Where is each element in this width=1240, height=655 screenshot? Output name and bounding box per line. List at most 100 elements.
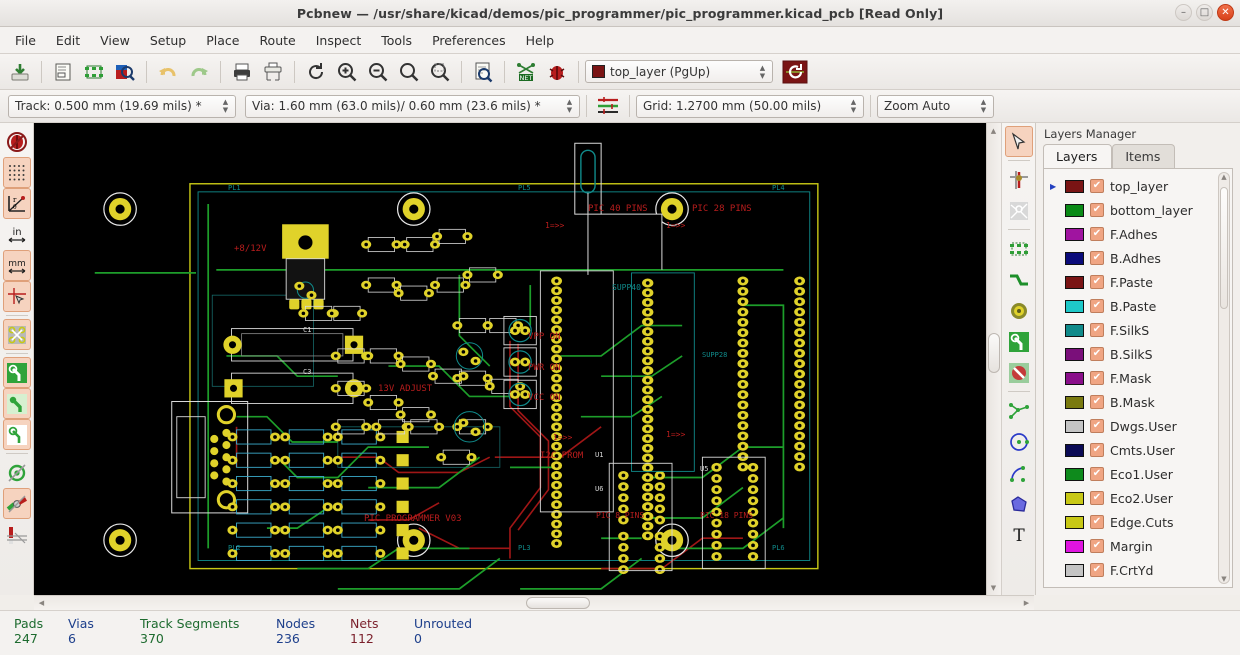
refresh-icon[interactable] — [301, 57, 331, 87]
layer-row-dwgs-user[interactable]: ✔ Dwgs.User — [1046, 414, 1230, 438]
layer-visibility-checkbox[interactable]: ✔ — [1090, 563, 1104, 577]
layers-scroll-down-icon[interactable]: ▼ — [1219, 575, 1229, 583]
scroll-right-arrow-icon[interactable]: ▶ — [1020, 596, 1033, 609]
add-text-icon[interactable]: T — [1005, 519, 1033, 550]
layer-color-swatch[interactable] — [1065, 371, 1084, 385]
cursor-shape-icon[interactable] — [2, 281, 31, 312]
layer-select-spinner[interactable]: ▲ ▼ — [756, 62, 769, 82]
grid-select[interactable]: Grid: 1.2700 mm (50.00 mils) ▲ ▼ — [636, 94, 864, 118]
menu-preferences[interactable]: Preferences — [423, 29, 515, 52]
menu-edit[interactable]: Edit — [47, 29, 89, 52]
layer-color-swatch[interactable] — [1065, 563, 1084, 577]
maximize-button[interactable]: □ — [1196, 4, 1213, 21]
layer-color-swatch[interactable] — [1065, 539, 1084, 553]
layer-row-f-adhes[interactable]: ✔ F.Adhes — [1046, 222, 1230, 246]
layer-color-swatch[interactable] — [1065, 179, 1084, 193]
layer-row-b-paste[interactable]: ✔ B.Paste — [1046, 294, 1230, 318]
layer-visibility-checkbox[interactable]: ✔ — [1090, 299, 1104, 313]
drc-icon[interactable] — [542, 57, 572, 87]
layer-color-swatch[interactable] — [1065, 251, 1084, 265]
layer-row-eco1-user[interactable]: ✔ Eco1.User — [1046, 462, 1230, 486]
close-button[interactable]: ✕ — [1217, 4, 1234, 21]
units-mm-icon[interactable]: mm — [2, 250, 31, 281]
track-via-properties-button[interactable] — [780, 57, 810, 87]
scroll-up-arrow-icon[interactable]: ▲ — [987, 124, 1000, 137]
find-icon[interactable] — [468, 57, 498, 87]
zoom-spinner[interactable]: ▲ ▼ — [977, 96, 990, 116]
layer-color-swatch[interactable] — [1065, 491, 1084, 505]
layer-color-swatch[interactable] — [1065, 419, 1084, 433]
layer-row-f-silks[interactable]: ✔ F.SilkS — [1046, 318, 1230, 342]
layer-visibility-checkbox[interactable]: ✔ — [1090, 539, 1104, 553]
add-polygon-icon[interactable] — [1005, 488, 1033, 519]
layers-list[interactable]: ▶ ✔ top_layer ✔ bottom_layer ✔ F.Adhes ✔ B.Adhes… — [1043, 168, 1233, 588]
layer-row-b-silks[interactable]: ✔ B.SilkS — [1046, 342, 1230, 366]
track-width-select[interactable]: Track: 0.500 mm (19.69 mils) * ▲ ▼ — [8, 94, 236, 118]
layer-row-margin[interactable]: ✔ Margin — [1046, 534, 1230, 558]
layer-row-top_layer[interactable]: ▶ ✔ top_layer — [1046, 174, 1230, 198]
layer-color-swatch[interactable] — [1065, 347, 1084, 361]
redo-icon[interactable] — [184, 57, 214, 87]
active-layer-select[interactable]: top_layer (PgUp) ▲ ▼ — [585, 60, 773, 83]
layer-visibility-checkbox[interactable]: ✔ — [1090, 347, 1104, 361]
add-track-icon[interactable] — [1005, 264, 1033, 295]
layer-row-b-adhes[interactable]: ✔ B.Adhes — [1046, 246, 1230, 270]
layer-visibility-checkbox[interactable]: ✔ — [1090, 323, 1104, 337]
layer-row-edge-cuts[interactable]: ✔ Edge.Cuts — [1046, 510, 1230, 534]
layer-row-f-mask[interactable]: ✔ F.Mask — [1046, 366, 1230, 390]
measure-tool-icon[interactable] — [1005, 195, 1033, 226]
layer-visibility-checkbox[interactable]: ✔ — [1090, 275, 1104, 289]
layer-color-swatch[interactable] — [1065, 443, 1084, 457]
open-footprint-viewer-icon[interactable] — [110, 57, 140, 87]
layer-visibility-checkbox[interactable]: ✔ — [1090, 443, 1104, 457]
layers-scroll-up-icon[interactable]: ▲ — [1219, 173, 1229, 181]
page-settings-icon[interactable] — [48, 57, 78, 87]
layer-color-swatch[interactable] — [1065, 299, 1084, 313]
zoom-select[interactable]: Zoom Auto ▲ ▼ — [877, 94, 994, 118]
add-line-icon[interactable] — [1005, 395, 1033, 426]
menu-route[interactable]: Route — [250, 29, 304, 52]
layer-visibility-checkbox[interactable]: ✔ — [1090, 419, 1104, 433]
show-layers-manager-icon[interactable] — [3, 519, 31, 550]
layer-row-f-paste[interactable]: ✔ F.Paste — [1046, 270, 1230, 294]
open-footprint-editor-icon[interactable] — [79, 57, 109, 87]
layer-color-swatch[interactable] — [1065, 275, 1084, 289]
pcb-drawing[interactable] — [34, 123, 986, 602]
menu-inspect[interactable]: Inspect — [307, 29, 371, 52]
menu-tools[interactable]: Tools — [372, 29, 421, 52]
via-size-select[interactable]: Via: 1.60 mm (63.0 mils)/ 0.60 mm (23.6 … — [245, 94, 580, 118]
zoom-area-icon[interactable] — [425, 57, 455, 87]
save-board-icon[interactable] — [5, 57, 35, 87]
menu-place[interactable]: Place — [197, 29, 248, 52]
add-arc-icon[interactable] — [1005, 457, 1033, 488]
layer-visibility-checkbox[interactable]: ✔ — [1090, 251, 1104, 265]
show-pads-sketch-icon[interactable] — [2, 319, 31, 350]
layer-visibility-checkbox[interactable]: ✔ — [1090, 515, 1104, 529]
track-width-spinner[interactable]: ▲ ▼ — [219, 96, 232, 116]
minimize-button[interactable]: – — [1175, 4, 1192, 21]
menu-file[interactable]: File — [6, 29, 45, 52]
show-graphics-sketch-icon[interactable] — [2, 419, 31, 450]
add-zone-icon[interactable] — [1005, 326, 1033, 357]
via-size-spinner[interactable]: ▲ ▼ — [563, 96, 576, 116]
scroll-down-arrow-icon[interactable]: ▼ — [987, 581, 1000, 594]
layer-row-eco2-user[interactable]: ✔ Eco2.User — [1046, 486, 1230, 510]
undo-icon[interactable] — [153, 57, 183, 87]
add-footprint-icon[interactable] — [1005, 233, 1033, 264]
vertical-scroll-thumb[interactable] — [988, 333, 1000, 373]
design-rules-icon[interactable] — [593, 91, 623, 121]
grid-spinner[interactable]: ▲ ▼ — [847, 96, 860, 116]
horizontal-scroll-thumb[interactable] — [526, 597, 590, 609]
high-contrast-mode-icon[interactable] — [3, 457, 31, 488]
show-ratsnest-icon[interactable] — [2, 488, 31, 519]
add-keepout-icon[interactable] — [1005, 357, 1033, 388]
menu-view[interactable]: View — [91, 29, 139, 52]
zoom-in-icon[interactable] — [332, 57, 362, 87]
layer-visibility-checkbox[interactable]: ✔ — [1090, 467, 1104, 481]
units-inch-icon[interactable]: in — [3, 219, 31, 250]
menu-setup[interactable]: Setup — [141, 29, 195, 52]
layer-color-swatch[interactable] — [1065, 323, 1084, 337]
layer-color-swatch[interactable] — [1065, 227, 1084, 241]
show-tracks-sketch-icon[interactable] — [2, 357, 31, 388]
layers-tab-items[interactable]: Items — [1112, 144, 1176, 168]
